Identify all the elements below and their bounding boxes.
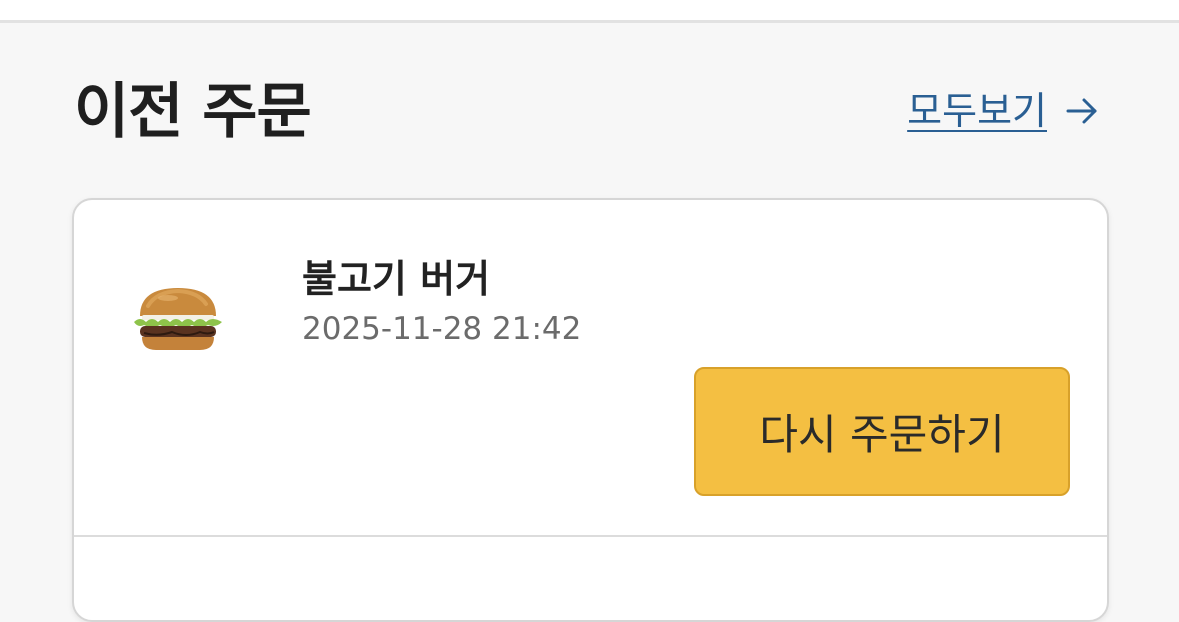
- bulgogi-burger-image: [134, 288, 222, 350]
- order-item-name: 불고기 버거: [302, 257, 491, 301]
- arrow-right-icon[interactable]: [1065, 97, 1099, 125]
- section-title: 이전 주문: [74, 77, 312, 147]
- reorder-button[interactable]: 다시 주문하기: [694, 367, 1070, 496]
- top-divider: [0, 20, 1179, 23]
- top-band: [0, 0, 1179, 20]
- order-card: 불고기 버거 2025-11-28 21:42 다시 주문하기: [72, 198, 1109, 622]
- order-datetime: 2025-11-28 21:42: [302, 311, 582, 347]
- view-all-link[interactable]: 모두보기: [907, 88, 1099, 134]
- card-divider: [74, 535, 1107, 537]
- view-all-label[interactable]: 모두보기: [907, 88, 1047, 134]
